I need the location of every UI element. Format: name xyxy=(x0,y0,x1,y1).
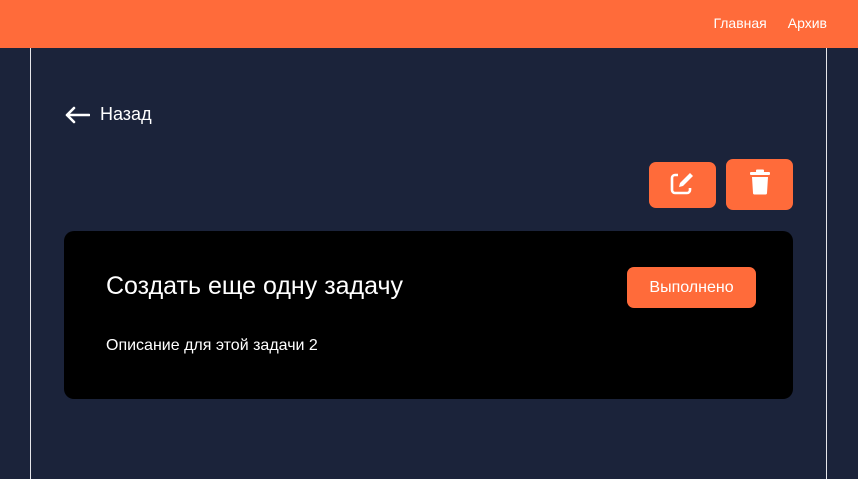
task-title: Создать еще одну задачу xyxy=(106,272,404,300)
main-nav: Главная Архив xyxy=(713,14,827,32)
arrow-left-icon xyxy=(64,106,90,124)
top-navbar: Главная Архив xyxy=(0,0,858,48)
back-link-label: Назад xyxy=(100,104,152,124)
task-card: Создать еще одну задачу Описание для это… xyxy=(64,231,793,399)
edit-icon xyxy=(670,170,696,201)
back-link[interactable]: Назад xyxy=(64,104,152,125)
delete-button[interactable] xyxy=(726,159,793,210)
nav-link-archive[interactable]: Архив xyxy=(788,14,827,32)
mark-done-button[interactable]: Выполнено xyxy=(627,267,756,308)
nav-link-home[interactable]: Главная xyxy=(713,14,766,32)
edit-button[interactable] xyxy=(649,162,716,208)
task-description: Описание для этой задачи 2 xyxy=(106,337,318,354)
trash-icon xyxy=(749,169,771,200)
